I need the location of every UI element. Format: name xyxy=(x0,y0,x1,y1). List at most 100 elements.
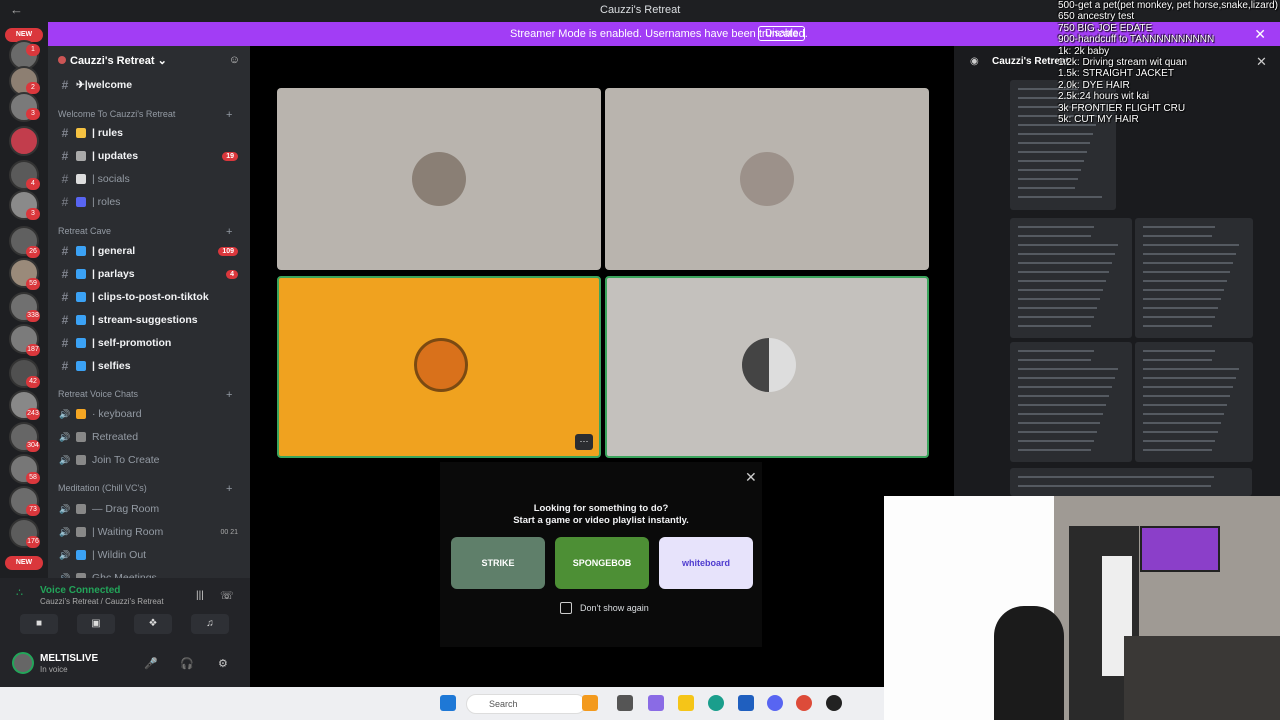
headphones-icon[interactable]: 🎧 xyxy=(180,657,194,670)
voice-status[interactable]: Voice Connected xyxy=(40,585,120,596)
noise-suppression-icon[interactable]: ||| xyxy=(196,590,204,601)
chrome-icon[interactable] xyxy=(796,695,812,711)
channel-item[interactable]: # | selfies xyxy=(58,357,242,375)
text-line xyxy=(1018,359,1091,361)
windows-start-icon[interactable] xyxy=(440,695,456,711)
copilot-icon[interactable] xyxy=(648,695,664,711)
speaker-icon: 🔊 xyxy=(59,503,71,514)
text-line xyxy=(1018,377,1115,379)
channel-item[interactable]: 🔊 · keyboard xyxy=(58,405,242,423)
channel-emoji-icon xyxy=(76,361,86,371)
channel-category[interactable]: Retreat Voice Chats + xyxy=(58,389,232,401)
mention-badge: 59 xyxy=(26,278,40,290)
channel-category[interactable]: Welcome To Cauzzi's Retreat + xyxy=(58,109,232,121)
text-line xyxy=(1143,359,1212,361)
user-panel xyxy=(0,644,250,687)
server-icon[interactable] xyxy=(9,126,39,156)
participant-avatar xyxy=(740,152,794,206)
disable-button[interactable]: Disable xyxy=(758,26,806,41)
disconnect-icon[interactable]: ☏ xyxy=(220,589,234,602)
channel-label: ✈|welcome xyxy=(76,79,133,91)
channel-item[interactable]: # | self-promotion xyxy=(58,334,242,352)
user-avatar[interactable] xyxy=(12,652,34,674)
edge-icon[interactable] xyxy=(708,695,724,711)
participant-tile[interactable] xyxy=(605,276,929,458)
channel-label: · keyboard xyxy=(92,408,142,420)
activity-card-whiteboard[interactable]: whiteboard xyxy=(659,537,753,589)
channel-emoji-icon xyxy=(76,550,86,560)
channel-item[interactable]: 🔊 | Waiting Room 00 21 xyxy=(58,523,242,541)
unread-badge: 109 xyxy=(218,246,238,256)
message-screenshot[interactable] xyxy=(1135,342,1253,462)
participant-tile[interactable] xyxy=(277,88,601,270)
message-screenshot[interactable] xyxy=(1135,218,1253,338)
microphone-icon[interactable]: 🎤 xyxy=(144,657,158,670)
channel-item[interactable]: 🔊 — Drag Room xyxy=(58,500,242,518)
channel-item[interactable]: 🔊 | Wildin Out xyxy=(58,546,242,564)
text-line xyxy=(1143,422,1221,424)
add-channel-icon[interactable]: + xyxy=(226,389,232,401)
add-member-icon[interactable]: ☺ xyxy=(229,54,240,66)
taskbar-search-input[interactable]: Search xyxy=(466,694,586,714)
more-options-icon[interactable]: ··· xyxy=(575,434,593,450)
message-screenshot[interactable] xyxy=(1010,218,1132,338)
file-explorer-icon[interactable] xyxy=(678,695,694,711)
settings-gear-icon[interactable]: ⚙ xyxy=(218,657,228,670)
channel-item[interactable]: # | rules xyxy=(58,124,242,142)
channel-emoji-icon xyxy=(76,151,86,161)
camera-off-icon[interactable]: ■ xyxy=(20,614,58,634)
participant-tile[interactable] xyxy=(605,88,929,270)
discord-icon[interactable] xyxy=(767,695,783,711)
close-icon[interactable]: ✕ xyxy=(745,469,757,486)
text-line xyxy=(1143,298,1221,300)
back-arrow-icon[interactable]: ← xyxy=(10,2,23,17)
speaker-icon: 🔊 xyxy=(59,431,71,442)
hash-icon: # xyxy=(61,267,69,281)
server-name-header[interactable]: Cauzzi's Retreat ⌄ xyxy=(58,54,167,67)
channel-item[interactable]: # | parlays 4 xyxy=(58,265,242,283)
channel-item[interactable]: 🔊 Retreated xyxy=(58,428,242,446)
message-screenshot[interactable] xyxy=(1010,468,1252,496)
add-channel-icon[interactable]: + xyxy=(226,483,232,495)
stream-goals-overlay: 500-get a pet(pet monkey, pet horse,snak… xyxy=(1058,0,1280,128)
soundboard-icon[interactable]: ♫ xyxy=(191,614,229,634)
message-screenshot[interactable] xyxy=(1010,342,1132,462)
channel-item[interactable]: # | updates 19 xyxy=(58,147,242,165)
activities-icon[interactable]: ❖ xyxy=(134,614,172,634)
channel-item[interactable]: # | stream-suggestions xyxy=(58,311,242,329)
channel-emoji-icon xyxy=(76,292,86,302)
text-line xyxy=(1143,226,1215,228)
hash-icon: # xyxy=(61,149,69,163)
mention-badge: 26 xyxy=(26,246,40,258)
store-icon[interactable] xyxy=(738,695,754,711)
task-view-icon[interactable] xyxy=(617,695,633,711)
text-line xyxy=(1018,160,1084,162)
text-line xyxy=(1018,169,1081,171)
channel-label: | socials xyxy=(92,173,130,185)
channel-category[interactable]: Meditation (Chill VC's) + xyxy=(58,483,232,495)
activity-card-spongebob[interactable]: SPONGEBOB xyxy=(555,537,649,589)
channel-category[interactable]: Retreat Cave + xyxy=(58,226,232,238)
dont-show-again-checkbox[interactable]: Don't show again xyxy=(560,602,649,614)
add-channel-icon[interactable]: + xyxy=(226,109,232,121)
channel-welcome[interactable]: # ✈|welcome xyxy=(58,76,242,94)
channel-item[interactable]: # | clips-to-post-on-tiktok xyxy=(58,288,242,306)
hash-icon: # xyxy=(61,195,69,209)
screen-share-icon[interactable]: ▣ xyxy=(77,614,115,634)
goal-line: 2.5k:24 hours wit kai xyxy=(1058,91,1150,103)
obs-icon[interactable] xyxy=(826,695,842,711)
channel-emoji-icon xyxy=(76,504,86,514)
activity-card-strike[interactable]: STRIKE xyxy=(451,537,545,589)
mention-badge: 1 xyxy=(26,44,40,56)
mention-badge: 176 xyxy=(26,536,40,548)
channel-item[interactable]: # | general 109 xyxy=(58,242,242,260)
participant-tile[interactable] xyxy=(277,276,601,458)
text-line xyxy=(1018,187,1075,189)
activity-card-label: whiteboard xyxy=(681,558,730,568)
text-line xyxy=(1143,350,1215,352)
add-channel-icon[interactable]: + xyxy=(226,226,232,238)
text-line xyxy=(1143,404,1227,406)
channel-item[interactable]: # | roles xyxy=(58,193,242,211)
channel-item[interactable]: 🔊 Join To Create xyxy=(58,451,242,469)
channel-item[interactable]: # | socials xyxy=(58,170,242,188)
